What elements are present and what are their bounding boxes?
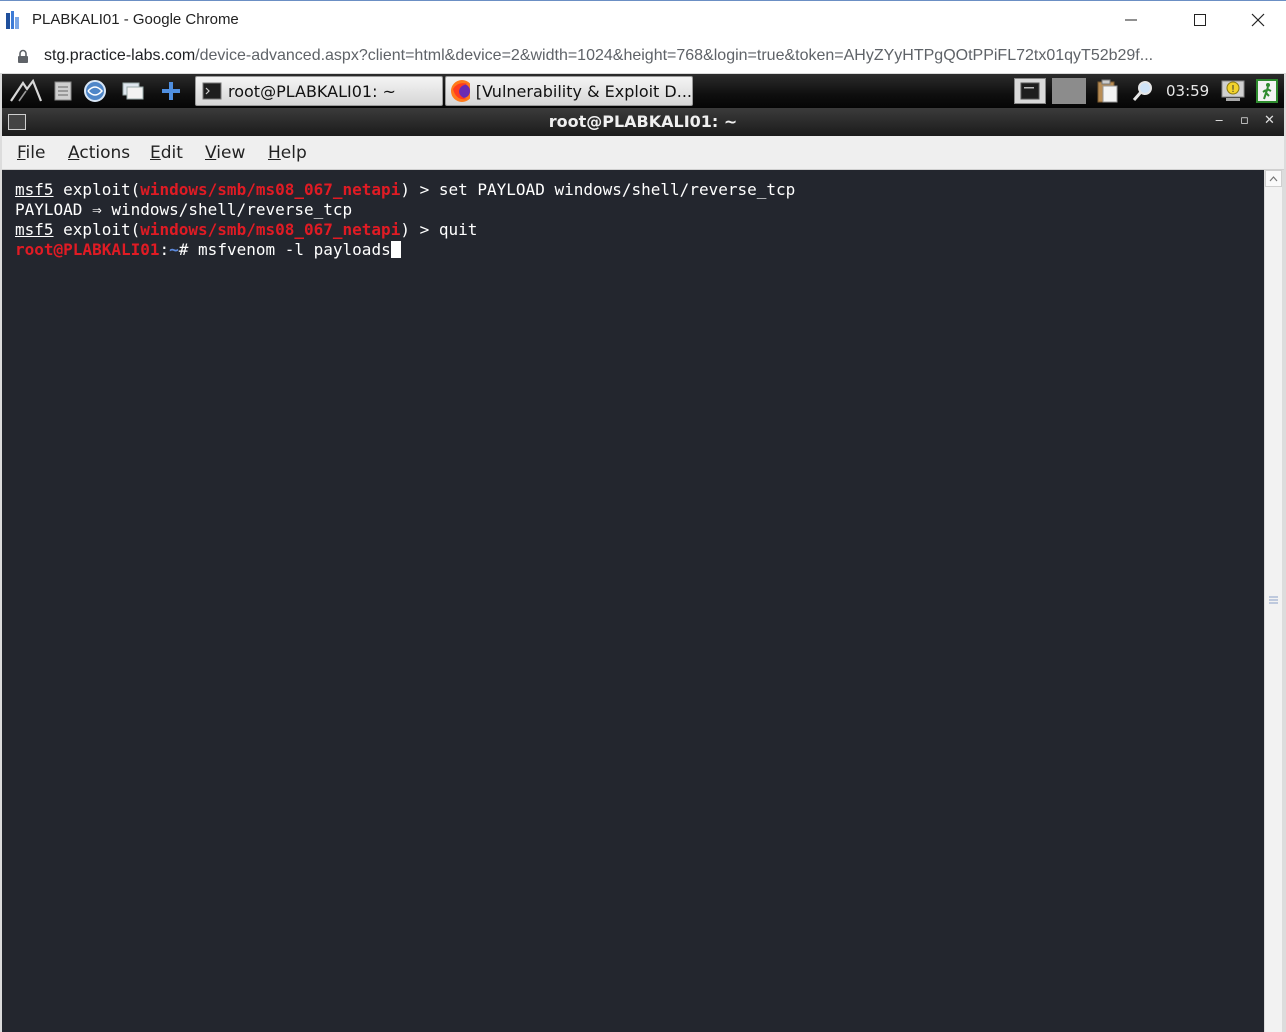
scroll-grip-icon [1269,596,1278,604]
terminal-tray-icon[interactable] [1014,78,1046,104]
command-text: ) > quit [400,220,478,239]
logout-icon[interactable] [1254,78,1280,104]
terminal-output[interactable]: msf5 exploit(windows/smb/ms08_067_netapi… [2,170,1264,1032]
terminal-line: root@PLABKALI01:~# msfvenom -l payloads [15,240,401,260]
taskbar-firefox-button[interactable]: [Vulnerability & Exploit D... [445,76,693,106]
kali-menu-icon[interactable] [8,78,44,104]
module-name: windows/smb/ms08_067_netapi [140,180,401,199]
file-manager-icon[interactable] [50,78,76,104]
chevron-up-icon [1269,176,1278,182]
show-desktop-icon[interactable] [120,78,146,104]
scroll-thumb[interactable] [1267,188,1280,1030]
minimize-button[interactable] [1108,1,1154,39]
address-bar[interactable]: stg.practice-labs.com/device-advanced.as… [0,38,1286,74]
menu-edit[interactable]: Edit [150,143,183,163]
menu-view-label: View [205,143,246,163]
shell-path: ~ [169,240,179,259]
menu-file-label: File [17,143,46,163]
search-icon[interactable] [1130,78,1156,104]
terminal-icon [202,82,222,100]
taskbar-firefox-label: [Vulnerability & Exploit D... [475,81,692,101]
update-notifier-icon[interactable]: ! [1220,78,1246,104]
url-host: stg.practice-labs.com [44,47,196,64]
window-title: PLABKALI01 - Google Chrome [32,11,239,28]
taskbar-terminal-label: root@PLABKALI01: ~ [228,81,396,101]
add-launcher-icon[interactable] [158,78,184,104]
menu-file[interactable]: File [17,143,45,163]
menu-help[interactable]: Help [268,143,307,163]
lock-icon [18,49,28,63]
module-name: windows/smb/ms08_067_netapi [140,220,401,239]
terminal-menu-bar: File Actions Edit View Help [2,136,1284,170]
menu-edit-label: Edit [150,143,183,163]
minimize-icon [1125,19,1137,21]
browser-title-bar: PLABKALI01 - Google Chrome [0,0,1286,38]
clipboard-icon[interactable] [1094,78,1120,104]
command-text: ) > set PAYLOAD windows/shell/reverse_tc… [400,180,796,199]
scroll-up-button[interactable] [1265,170,1282,187]
terminal-close-icon[interactable]: ✕ [1264,113,1275,128]
terminal-title: root@PLABKALI01: ~ [548,112,738,131]
msf-prompt: msf5 [15,180,54,199]
window-border-right [1282,74,1286,1032]
prompt-text: exploit( [53,220,141,239]
firefox-icon [451,80,470,102]
practice-labs-icon [6,11,19,29]
menu-help-label: Help [268,143,307,163]
web-browser-icon[interactable] [82,78,108,104]
url-path: /device-advanced.aspx?client=html&device… [195,47,1154,64]
kali-panel: root@PLABKALI01: ~ [Vulnerability & Expl… [2,74,1284,108]
shell-user: root@PLABKALI01 [15,240,160,259]
msf-prompt: msf5 [15,220,54,239]
workspace-icon[interactable] [1052,78,1086,104]
close-button[interactable] [1235,1,1281,39]
close-icon [1251,13,1265,27]
menu-actions[interactable]: Actions [68,143,130,163]
terminal-minimize-icon[interactable]: ‒ [1215,113,1223,128]
maximize-icon [1194,14,1206,26]
menu-view[interactable]: View [205,143,245,163]
terminal-maximize-icon[interactable]: ▫ [1240,113,1249,128]
maximize-button[interactable] [1177,1,1223,39]
text-cursor [390,241,401,258]
taskbar-terminal-button[interactable]: root@PLABKALI01: ~ [195,76,443,106]
menu-actions-label: Actions [68,143,131,163]
terminal-title-bar[interactable]: root@PLABKALI01: ~ ‒ ▫ ✕ [2,108,1284,136]
terminal-line: PAYLOAD ⇒ windows/shell/reverse_tcp [15,200,353,219]
command-input[interactable]: # msfvenom -l payloads [179,240,391,259]
prompt-text: exploit( [53,180,141,199]
terminal-scrollbar[interactable] [1264,170,1282,1032]
panel-clock[interactable]: 03:59 [1166,82,1209,100]
svg-text:!: ! [1231,84,1235,95]
shell-separator: : [159,240,170,259]
terminal-line: msf5 exploit(windows/smb/ms08_067_netapi… [15,180,795,200]
terminal-line: msf5 exploit(windows/smb/ms08_067_netapi… [15,220,477,240]
url-text[interactable]: stg.practice-labs.com/device-advanced.as… [44,47,1153,65]
